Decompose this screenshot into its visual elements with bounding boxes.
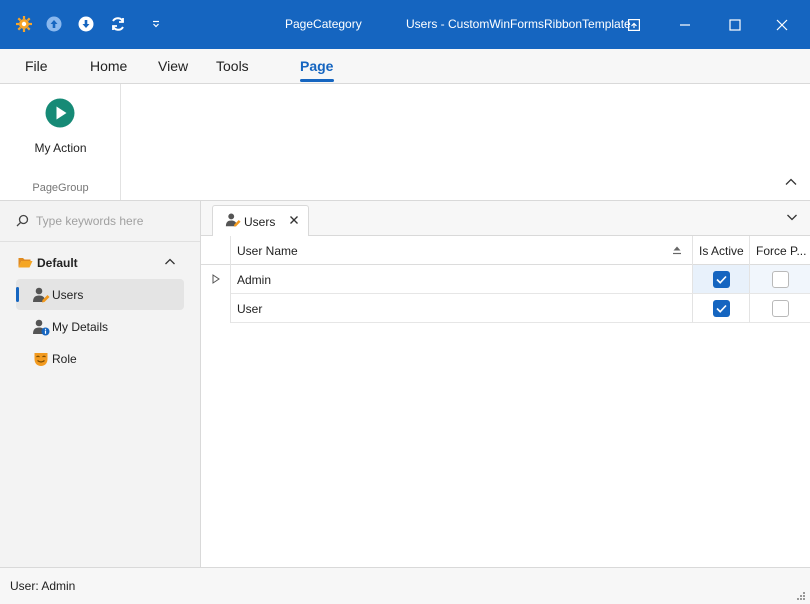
page-category-label: PageCategory <box>285 17 362 31</box>
is-active-checkbox[interactable] <box>713 271 730 288</box>
tab-home[interactable]: Home <box>90 58 127 74</box>
ribbon-page: My Action PageGroup <box>0 84 810 201</box>
play-icon <box>45 98 75 128</box>
status-bar: User: Admin <box>0 567 810 604</box>
column-header-is-active[interactable]: Is Active <box>693 236 750 265</box>
column-header-label: Is Active <box>699 244 744 258</box>
search-input[interactable] <box>36 210 186 232</box>
nav-item-my-details[interactable]: My Details <box>16 311 184 342</box>
selection-indicator <box>16 287 19 302</box>
maximize-icon[interactable] <box>720 10 750 40</box>
cell-user-name[interactable]: User <box>231 294 693 323</box>
column-header-label: Force P... <box>756 244 807 258</box>
navigation-pane: Default Users My Details Role <box>0 201 201 567</box>
document-tabstrip: Users <box>201 201 810 237</box>
user-edit-icon <box>225 213 241 227</box>
force-password-checkbox[interactable] <box>772 271 789 288</box>
nav-group-default[interactable]: Default <box>10 253 190 273</box>
collapse-ribbon-icon[interactable] <box>782 174 800 190</box>
cell-user-name[interactable]: Admin <box>231 265 693 294</box>
checkmark-icon <box>716 275 727 284</box>
refresh-icon[interactable] <box>109 15 127 33</box>
my-action-label: My Action <box>34 141 87 155</box>
tab-tools[interactable]: Tools <box>216 58 249 74</box>
ribbon-group-pagegroup: My Action PageGroup <box>0 84 121 200</box>
column-header-label: User Name <box>237 244 298 258</box>
chevron-up-icon[interactable] <box>164 256 176 268</box>
cell-force-password[interactable] <box>750 294 810 323</box>
tab-page[interactable]: Page <box>300 58 333 74</box>
column-header-force-password[interactable]: Force P... <box>750 236 810 265</box>
table-row[interactable]: Admin <box>201 265 810 294</box>
grid-header: User Name Is Active Force P... <box>201 236 810 265</box>
document-tab-label: Users <box>244 215 276 229</box>
ribbon-group-label: PageGroup <box>32 182 89 194</box>
force-password-checkbox[interactable] <box>772 300 789 317</box>
nav-item-label: My Details <box>52 320 109 334</box>
status-text: User: Admin <box>10 579 76 593</box>
cell-text: Admin <box>237 273 272 287</box>
cell-force-password[interactable] <box>750 265 810 294</box>
upload-icon[interactable] <box>45 15 63 33</box>
tab-view[interactable]: View <box>158 58 188 74</box>
close-icon[interactable] <box>767 10 797 40</box>
window-menu-icon[interactable] <box>619 10 649 40</box>
close-tab-icon[interactable] <box>289 215 299 225</box>
minimize-icon[interactable] <box>670 10 700 40</box>
resize-grip-icon[interactable] <box>797 592 806 601</box>
search-icon <box>16 214 29 227</box>
indicator-column-header <box>201 236 231 265</box>
nav-item-label: Role <box>52 352 77 366</box>
row-indicator <box>201 294 231 323</box>
window-title: Users - CustomWinFormsRibbonTemplate <box>406 17 631 31</box>
nav-item-label: Users <box>52 288 84 302</box>
column-header-user-name[interactable]: User Name <box>231 236 693 265</box>
active-tab-indicator <box>300 79 334 82</box>
table-row[interactable]: User <box>201 294 810 323</box>
document-area: Users User Name Is Active Force P... Adm… <box>201 201 810 567</box>
download-icon[interactable] <box>77 15 95 33</box>
cell-is-active[interactable] <box>693 265 750 294</box>
user-info-icon <box>33 319 50 336</box>
title-bar: PageCategory Users - CustomWinFormsRibbo… <box>0 0 810 49</box>
ribbon-tabs: File Home View Tools Page <box>0 49 810 84</box>
folder-open-icon <box>18 258 33 268</box>
nav-divider <box>0 241 200 242</box>
document-tab-users[interactable]: Users <box>212 205 309 237</box>
customize-qat-icon[interactable] <box>147 15 165 33</box>
user-edit-icon <box>33 287 50 303</box>
checkmark-icon <box>716 304 727 313</box>
nav-item-role[interactable]: Role <box>16 343 184 374</box>
cell-is-active[interactable] <box>693 294 750 323</box>
row-indicator <box>201 265 231 294</box>
sort-ascending-icon[interactable] <box>672 245 682 255</box>
nav-item-users[interactable]: Users <box>16 279 184 310</box>
is-active-checkbox[interactable] <box>713 300 730 317</box>
focused-row-arrow-icon <box>212 274 220 284</box>
cell-text: User <box>237 302 263 316</box>
settings-icon[interactable] <box>15 15 33 33</box>
role-mask-icon <box>34 353 48 366</box>
tab-file[interactable]: File <box>25 58 48 74</box>
chevron-down-icon[interactable] <box>786 211 798 223</box>
nav-group-label: Default <box>37 256 78 270</box>
